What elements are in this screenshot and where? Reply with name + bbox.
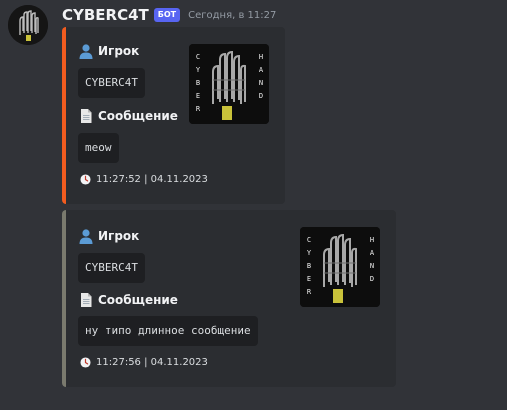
field-label: Игрок bbox=[98, 44, 140, 58]
message-value: ну типо длинное сообщение bbox=[78, 316, 258, 346]
field-label: Сообщение bbox=[98, 293, 178, 307]
player-value: CYBERC4T bbox=[78, 68, 145, 98]
footer-text: 11:27:52 | 04.11.2023 bbox=[96, 174, 208, 185]
field-name-player: Игрок bbox=[78, 43, 139, 59]
svg-text:C: C bbox=[307, 236, 311, 244]
username[interactable]: CYBERC4T bbox=[62, 6, 149, 24]
embed-thumbnail[interactable]: C Y B E R H A N D bbox=[300, 227, 380, 307]
field-name-message: Сообщение bbox=[78, 292, 178, 308]
field-name-player: Игрок bbox=[78, 228, 139, 244]
embed-accent-bar bbox=[62, 210, 66, 387]
avatar-image bbox=[8, 5, 48, 45]
svg-text:N: N bbox=[259, 79, 263, 87]
svg-text:E: E bbox=[196, 92, 200, 100]
clock-icon bbox=[80, 174, 91, 185]
page-facing-up-icon bbox=[81, 293, 92, 307]
field-label: Игрок bbox=[98, 229, 140, 243]
embed-footer: 11:27:52 | 04.11.2023 bbox=[80, 174, 208, 185]
svg-text:H: H bbox=[370, 236, 374, 244]
svg-text:C: C bbox=[196, 53, 200, 61]
svg-text:D: D bbox=[370, 275, 374, 283]
bust-in-silhouette-icon bbox=[79, 44, 93, 59]
svg-text:D: D bbox=[259, 92, 263, 100]
svg-text:H: H bbox=[259, 53, 263, 61]
footer-text: 11:27:56 | 04.11.2023 bbox=[96, 357, 208, 368]
message-value: meow bbox=[78, 133, 119, 163]
embed-accent-bar bbox=[62, 27, 66, 204]
message-header: CYBERC4T БОТ Сегодня, в 11:27 bbox=[62, 6, 276, 24]
field-label: Сообщение bbox=[98, 109, 178, 123]
bot-avatar[interactable] bbox=[8, 5, 48, 45]
page-facing-up-icon bbox=[81, 109, 92, 123]
bot-tag: БОТ bbox=[153, 8, 181, 22]
svg-text:N: N bbox=[370, 262, 374, 270]
thumbnail-image: C Y B E R H A N D bbox=[189, 44, 269, 124]
embed-card: Игрок CYBERC4T Сообщение meow 11:27:52 |… bbox=[62, 27, 285, 204]
field-name-message: Сообщение bbox=[78, 108, 178, 124]
svg-text:E: E bbox=[307, 275, 311, 283]
message-timestamp[interactable]: Сегодня, в 11:27 bbox=[188, 10, 276, 21]
player-value: CYBERC4T bbox=[78, 253, 145, 283]
clock-icon bbox=[80, 357, 91, 368]
svg-text:B: B bbox=[196, 79, 200, 87]
embed-thumbnail[interactable]: C Y B E R H A N D bbox=[189, 44, 269, 124]
bust-in-silhouette-icon bbox=[79, 229, 93, 244]
svg-text:B: B bbox=[307, 262, 311, 270]
thumbnail-image: C Y B E R H A N D bbox=[300, 227, 380, 307]
embed-card: Игрок CYBERC4T Сообщение ну типо длинное… bbox=[62, 210, 396, 387]
embed-footer: 11:27:56 | 04.11.2023 bbox=[80, 357, 208, 368]
